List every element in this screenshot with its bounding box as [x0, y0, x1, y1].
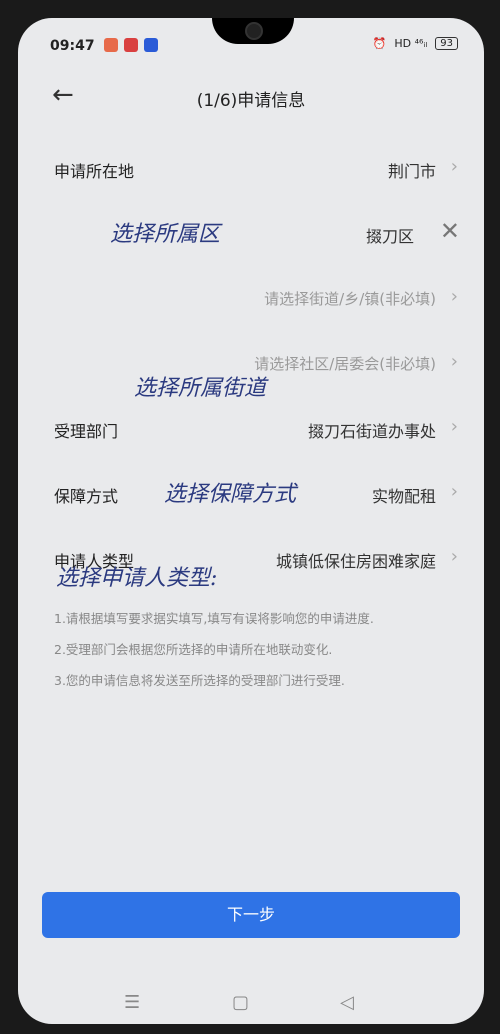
department-value: 掇刀石街道办事处	[307, 422, 436, 441]
status-bar: 09:47 ⏰ HD ⁴⁶ᵢₗ 93	[18, 18, 484, 68]
tip-item: 2.受理部门会根据您所选择的申请所在地联动变化.	[54, 642, 333, 657]
home-icon[interactable]: ▢	[232, 992, 249, 1013]
network-indicator: HD ⁴⁶ᵢₗ	[394, 37, 428, 50]
annotation-street: 选择所属街道	[134, 376, 267, 401]
annotation-district: 选择所属区	[110, 222, 221, 247]
tip-item: 3.您的申请信息将发送至所选择的受理部门进行受理.	[54, 673, 345, 688]
camera-notch	[212, 18, 294, 44]
annotation-applicant: 选择申请人类型:	[56, 566, 218, 591]
department-row[interactable]: 受理部门 掇刀石街道办事处 ›	[18, 408, 484, 448]
department-label: 受理部门	[54, 422, 119, 441]
guarantee-label: 保障方式	[54, 487, 119, 506]
app-notification-icon	[124, 38, 138, 52]
tip-item: 1.请根据填写要求据实填写,填写有误将影响您的申请进度.	[54, 611, 374, 626]
app-header: ← (1/6)申请信息	[18, 74, 484, 118]
menu-icon[interactable]: ☰	[124, 992, 140, 1013]
camera-icon	[245, 22, 263, 40]
app-notification-icon	[144, 38, 158, 52]
page-title: (1/6)申请信息	[196, 91, 306, 111]
chevron-right-icon: ›	[450, 156, 458, 177]
location-label: 申请所在地	[54, 162, 135, 181]
back-icon[interactable]: ◁	[340, 992, 354, 1013]
status-time: 09:47	[50, 38, 95, 54]
status-right: ⏰ HD ⁴⁶ᵢₗ 93	[373, 37, 458, 50]
location-value: 荆门市	[387, 162, 436, 181]
applicant-type-value: 城镇低保住房困难家庭	[275, 552, 436, 571]
community-placeholder: 请选择社区/居委会(非必填)	[254, 355, 436, 373]
annotation-guarantee: 选择保障方式	[164, 482, 297, 507]
next-step-button[interactable]: 下一步	[42, 892, 460, 938]
clear-icon[interactable]: ✕	[440, 217, 460, 245]
chevron-right-icon: ›	[450, 286, 458, 307]
chevron-right-icon: ›	[450, 416, 458, 437]
system-nav-bar: ☰ ▢ ◁	[18, 990, 484, 1020]
phone-screen: 09:47 ⏰ HD ⁴⁶ᵢₗ 93 ← (1/6)申请信息 申请所在地 荆门市…	[18, 18, 484, 1024]
street-placeholder: 请选择街道/乡/镇(非必填)	[264, 290, 436, 308]
chevron-right-icon: ›	[450, 481, 458, 502]
district-value: 掇刀区	[365, 227, 414, 246]
guarantee-value: 实物配租	[371, 487, 436, 506]
district-row[interactable]: 掇刀区 ✕	[18, 213, 484, 253]
chevron-right-icon: ›	[450, 546, 458, 567]
battery-indicator: 93	[435, 37, 458, 50]
street-row[interactable]: 请选择街道/乡/镇(非必填) ›	[18, 278, 484, 318]
location-row[interactable]: 申请所在地 荆门市 ›	[18, 148, 484, 188]
tips-list: 1.请根据填写要求据实填写,填写有误将影响您的申请进度. 2.受理部门会根据您所…	[54, 608, 474, 701]
alarm-icon: ⏰	[372, 37, 387, 50]
chevron-right-icon: ›	[450, 351, 458, 372]
app-notification-icon	[104, 38, 118, 52]
